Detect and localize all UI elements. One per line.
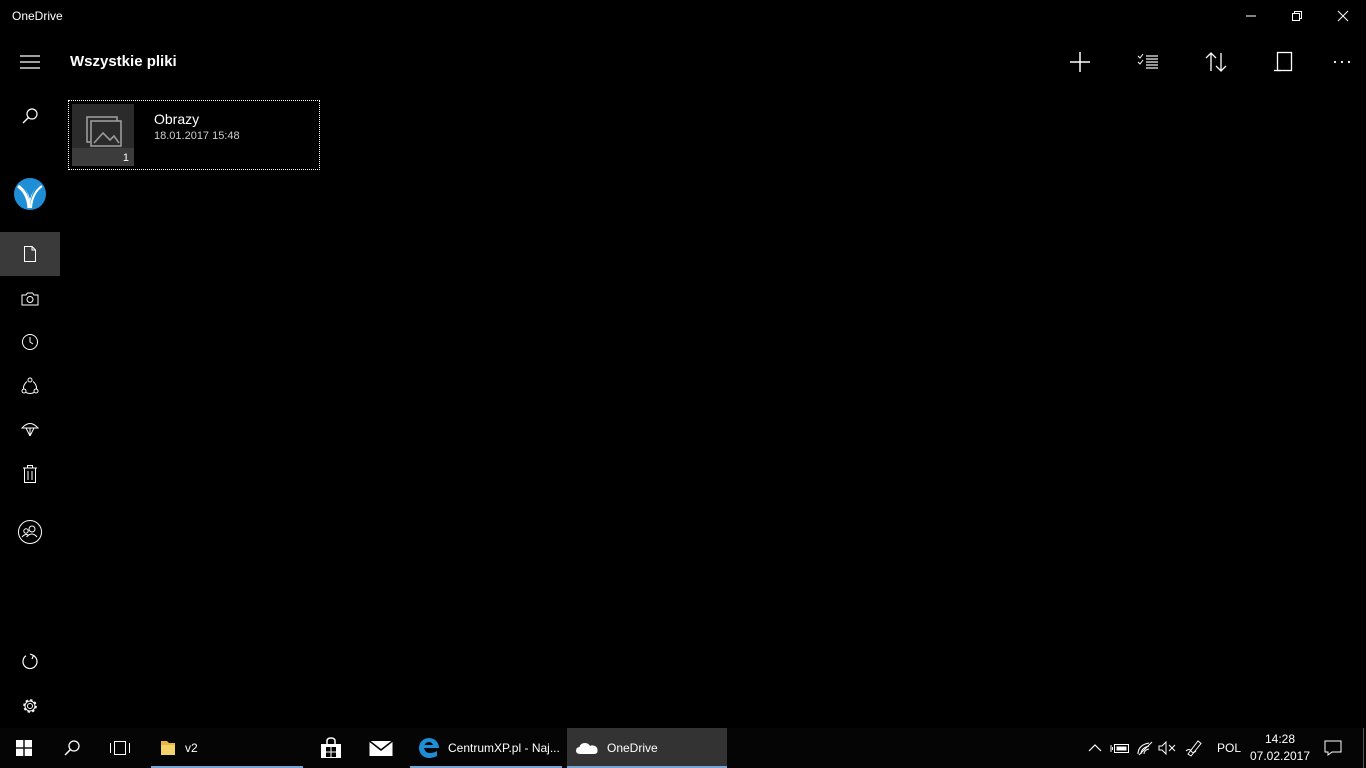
taskbar-app-edge[interactable]: CentrumXP.pl - Naj...	[410, 728, 562, 768]
mail-icon	[369, 740, 393, 756]
edge-icon	[419, 738, 439, 758]
item-count: 1	[122, 152, 129, 164]
taskbar-app-onedrive[interactable]: OneDrive	[567, 728, 727, 768]
close-icon	[1337, 10, 1349, 22]
store-icon	[321, 737, 341, 758]
nav-recent[interactable]	[0, 320, 60, 364]
folder-tile[interactable]: 1 Obrazy 18.01.2017 15:48	[68, 100, 320, 170]
clock[interactable]: 14:28 07.02.2017	[1248, 731, 1312, 765]
page-title: Wszystkie pliki	[70, 53, 177, 70]
restore-icon	[1292, 11, 1302, 21]
taskbar-app-label: v2	[185, 741, 198, 755]
add-button[interactable]	[1060, 44, 1100, 80]
folder-name: Obrazy	[154, 111, 200, 127]
search-button[interactable]	[0, 94, 60, 138]
account-icon	[14, 178, 46, 210]
refresh-button[interactable]	[0, 640, 60, 684]
settings-icon	[23, 699, 37, 713]
network-button[interactable]	[1134, 728, 1156, 768]
sort-button[interactable]	[1196, 44, 1236, 80]
task-view-button[interactable]	[96, 728, 144, 768]
add-icon	[1070, 52, 1090, 72]
pen-workspace-button[interactable]	[1182, 728, 1206, 768]
show-desktop-divider	[1362, 728, 1364, 768]
taskbar-app-label: OneDrive	[607, 741, 658, 755]
notifications-icon	[1324, 740, 1342, 756]
input-language[interactable]: POL	[1212, 728, 1246, 768]
recent-icon	[22, 334, 38, 350]
action-center-button[interactable]	[1318, 728, 1348, 768]
nav-shared[interactable]	[0, 364, 60, 408]
folder-icon	[161, 741, 175, 755]
clock-time: 14:28	[1264, 732, 1296, 746]
pictures-folder-icon	[86, 116, 122, 147]
sort-icon	[1205, 52, 1227, 72]
nav-recycle-bin[interactable]	[0, 452, 60, 496]
recycle-bin-icon	[23, 465, 37, 483]
select-icon	[1137, 53, 1158, 69]
taskbar-app-explorer[interactable]: v2	[151, 728, 303, 768]
nav-people[interactable]	[0, 510, 60, 554]
chevron-up-icon	[1088, 744, 1102, 752]
folder-thumbnail: 1	[72, 104, 134, 166]
windows-logo-icon	[16, 740, 32, 756]
battery-button[interactable]	[1108, 728, 1132, 768]
folder-date: 18.01.2017 15:48	[154, 130, 240, 142]
select-button[interactable]	[1128, 44, 1168, 80]
search-icon	[64, 740, 80, 756]
files-icon	[24, 246, 36, 262]
shared-icon	[21, 377, 39, 394]
people-icon	[18, 520, 42, 544]
item-count-bar: 1	[72, 148, 134, 166]
taskbar-search-button[interactable]	[48, 728, 96, 768]
show-desktop-button[interactable]	[1360, 728, 1366, 768]
taskbar-app-mail[interactable]	[357, 728, 405, 768]
wifi-icon	[1137, 741, 1153, 756]
search-icon	[22, 108, 38, 124]
task-view-icon	[110, 741, 130, 755]
taskbar-app-label: CentrumXP.pl - Naj...	[448, 741, 560, 755]
taskbar-app-store[interactable]	[307, 728, 355, 768]
hamburger-menu-button[interactable]	[0, 40, 60, 84]
more-button[interactable]	[1322, 44, 1362, 80]
restore-button[interactable]	[1274, 0, 1320, 32]
nav-photos[interactable]	[0, 276, 60, 320]
pen-icon	[1185, 740, 1202, 757]
account-button[interactable]	[0, 172, 60, 216]
volume-button[interactable]	[1156, 728, 1178, 768]
battery-icon	[1110, 744, 1129, 753]
nav-offline[interactable]	[0, 408, 60, 452]
app-title: OneDrive	[12, 9, 63, 23]
hamburger-menu-icon	[20, 55, 40, 69]
offline-icon	[21, 423, 39, 437]
volume-muted-icon	[1158, 740, 1176, 756]
minimize-icon	[1246, 15, 1256, 17]
close-button[interactable]	[1320, 0, 1366, 32]
minimize-button[interactable]	[1228, 0, 1274, 32]
clock-date: 07.02.2017	[1249, 749, 1311, 763]
view-icon	[1274, 51, 1293, 72]
start-button[interactable]	[0, 728, 48, 768]
taskbar: v2 CentrumXP.pl - Naj... OneDrive POL 14…	[0, 728, 1366, 768]
title-bar: OneDrive	[0, 0, 1366, 32]
more-icon	[1333, 60, 1351, 64]
nav-files[interactable]	[0, 232, 60, 276]
onedrive-icon	[576, 743, 598, 754]
camera-icon	[21, 292, 39, 305]
show-hidden-icons-button[interactable]	[1084, 728, 1106, 768]
view-button[interactable]	[1264, 44, 1304, 80]
refresh-icon	[22, 653, 38, 670]
settings-button[interactable]	[0, 684, 60, 728]
navigation-rail	[0, 32, 60, 728]
